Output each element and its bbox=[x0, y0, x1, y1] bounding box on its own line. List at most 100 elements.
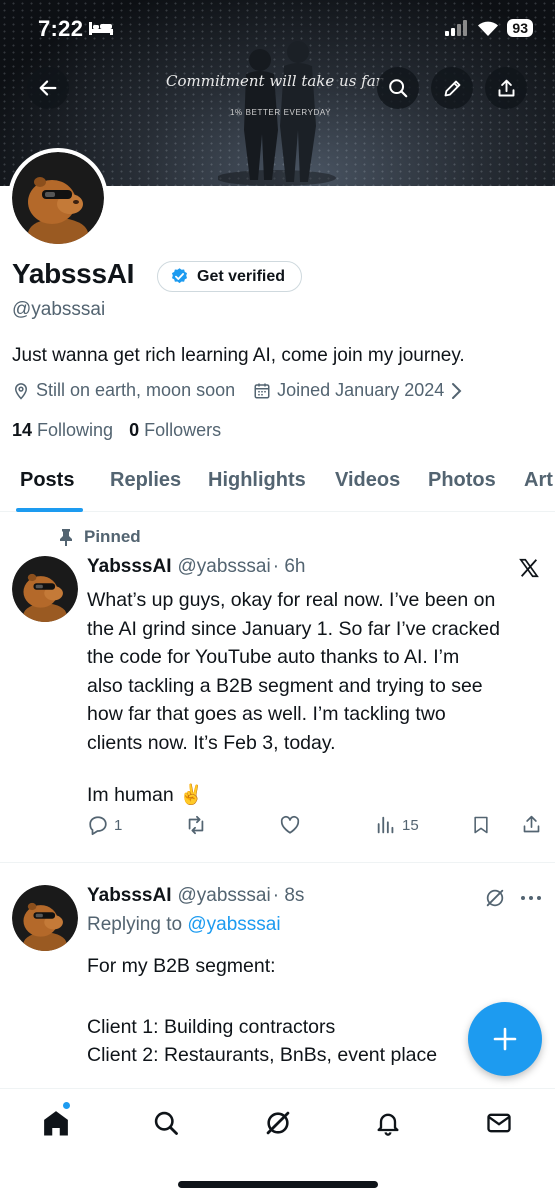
post-timestamp: · 6h bbox=[272, 556, 306, 577]
following-link[interactable]: 14 Following bbox=[12, 420, 113, 441]
following-label: Following bbox=[37, 420, 114, 440]
notifications-icon bbox=[377, 1113, 399, 1136]
followers-count: 0 bbox=[129, 420, 140, 440]
post-line: also tackling a B2B segment and trying t… bbox=[87, 674, 483, 697]
capybara-avatar-image bbox=[12, 885, 78, 951]
wifi-icon bbox=[478, 21, 499, 36]
tab-photos[interactable]: Photos bbox=[428, 469, 496, 492]
pinned-label: Pinned bbox=[84, 527, 141, 546]
following-count: 14 bbox=[12, 420, 33, 440]
post-line: clients now. It’s Feb 3, today. bbox=[87, 731, 336, 754]
capybara-avatar-image bbox=[12, 152, 104, 244]
post-line: What’s up guys, okay for real now. I’ve … bbox=[87, 589, 496, 611]
nav-home[interactable] bbox=[40, 1107, 72, 1139]
search-icon bbox=[154, 1111, 178, 1135]
post-line: For my B2B segment: bbox=[87, 955, 276, 977]
sleep-focus-icon bbox=[89, 22, 113, 35]
post-author-name[interactable]: YabsssAI bbox=[87, 556, 172, 578]
share-icon bbox=[498, 79, 514, 96]
profile-tabs: Posts Replies Highlights Videos Photos A… bbox=[0, 458, 555, 512]
back-icon bbox=[39, 80, 57, 96]
post-actions: 1 15 bbox=[87, 814, 543, 840]
share-button[interactable] bbox=[485, 67, 527, 109]
post-author-handle: @yabsssai bbox=[177, 556, 271, 577]
replying-to: Replying to @yabsssai bbox=[87, 914, 281, 936]
post-author-avatar[interactable] bbox=[12, 556, 78, 622]
replying-to-handle[interactable]: @yabsssai bbox=[187, 914, 280, 935]
post-author-avatar[interactable] bbox=[12, 885, 78, 951]
followers-link[interactable]: 0 Followers bbox=[129, 420, 221, 441]
compose-post-button[interactable] bbox=[468, 1002, 542, 1076]
home-icon bbox=[44, 1111, 68, 1136]
post-line: the AI grind since January 1. So far I’v… bbox=[87, 617, 500, 640]
profile-avatar[interactable] bbox=[8, 148, 108, 248]
post-line-blank bbox=[87, 981, 437, 1013]
messages-icon bbox=[487, 1113, 511, 1133]
grok-icon bbox=[266, 1111, 290, 1135]
tab-videos[interactable]: Videos bbox=[335, 469, 400, 492]
share-post-button[interactable] bbox=[521, 814, 542, 835]
tab-articles[interactable]: Art bbox=[524, 469, 553, 492]
views-icon bbox=[377, 816, 394, 834]
post-line: Client 1: Building contractors bbox=[87, 1015, 336, 1038]
like-icon bbox=[280, 815, 300, 834]
like-button[interactable] bbox=[279, 814, 301, 836]
edit-icon bbox=[444, 80, 460, 96]
chevron-right-icon[interactable] bbox=[450, 382, 462, 400]
joined-date[interactable]: Joined January 2024 bbox=[277, 380, 444, 401]
post-body: For my B2B segment: Client 1: Building c… bbox=[87, 952, 437, 1070]
replying-to-prefix: Replying to bbox=[87, 914, 188, 935]
bookmark-icon bbox=[474, 816, 488, 834]
active-tab-indicator bbox=[16, 508, 83, 512]
get-verified-label: Get verified bbox=[197, 267, 286, 285]
status-bar: 7:22 93 bbox=[0, 0, 555, 62]
status-time: 7:22 bbox=[38, 16, 84, 41]
nav-search[interactable] bbox=[150, 1107, 182, 1139]
post-body: What’s up guys, okay for real now. I’ve … bbox=[87, 586, 500, 810]
home-notification-dot bbox=[62, 1101, 71, 1110]
home-indicator-bar bbox=[178, 1181, 378, 1188]
banner-subtitle: 1% BETTER EVERYDAY bbox=[230, 108, 332, 117]
tab-highlights[interactable]: Highlights bbox=[208, 469, 306, 492]
bookmark-button[interactable] bbox=[471, 814, 491, 836]
post-line-blank bbox=[87, 757, 500, 781]
pin-icon bbox=[60, 529, 72, 546]
post-timestamp: · 8s bbox=[272, 885, 305, 906]
post-author-name[interactable]: YabsssAI bbox=[87, 885, 172, 907]
pinned-indicator: Pinned bbox=[58, 527, 141, 547]
cellular-signal-icon bbox=[445, 20, 468, 36]
get-verified-button[interactable]: Get verified bbox=[157, 261, 303, 292]
profile-handle: @yabsssai bbox=[12, 299, 106, 320]
views-count: 15 bbox=[402, 816, 419, 834]
search-button[interactable] bbox=[377, 67, 419, 109]
nav-notifications[interactable] bbox=[372, 1107, 404, 1139]
post-divider bbox=[0, 862, 555, 863]
reply-count: 1 bbox=[114, 816, 123, 834]
search-icon bbox=[389, 79, 408, 98]
back-button[interactable] bbox=[27, 67, 69, 109]
tab-replies[interactable]: Replies bbox=[110, 469, 181, 492]
grok-icon[interactable] bbox=[484, 887, 506, 909]
verified-badge-icon bbox=[171, 268, 188, 284]
edit-button[interactable] bbox=[431, 67, 473, 109]
more-icon[interactable] bbox=[520, 894, 542, 902]
calendar-icon bbox=[254, 383, 270, 398]
post-line: Im human ✌️ bbox=[87, 784, 204, 806]
post-author-handle: @yabsssai bbox=[177, 885, 271, 906]
banner-quote: Commitment will take us far bbox=[166, 72, 383, 90]
location-text: Still on earth, moon soon bbox=[36, 380, 236, 400]
followers-label: Followers bbox=[144, 420, 222, 440]
profile-meta-row: Still on earth, moon soon Joined January… bbox=[12, 380, 468, 401]
repost-button[interactable] bbox=[185, 814, 207, 836]
reply-button[interactable]: 1 bbox=[87, 814, 122, 836]
reply-icon bbox=[89, 816, 107, 836]
views-button[interactable]: 15 bbox=[375, 814, 419, 836]
nav-messages[interactable] bbox=[483, 1107, 515, 1139]
nav-grok[interactable] bbox=[262, 1107, 294, 1139]
tab-posts[interactable]: Posts bbox=[20, 469, 74, 492]
post-header: YabsssAI @yabsssai · 6h bbox=[87, 556, 305, 578]
profile-bio: Just wanna get rich learning AI, come jo… bbox=[12, 345, 465, 366]
follow-stats: 14 Following 0 Followers bbox=[12, 420, 221, 441]
share-icon bbox=[523, 815, 540, 833]
post-line: Client 2: Restaurants, BnBs, event place bbox=[87, 1044, 438, 1066]
